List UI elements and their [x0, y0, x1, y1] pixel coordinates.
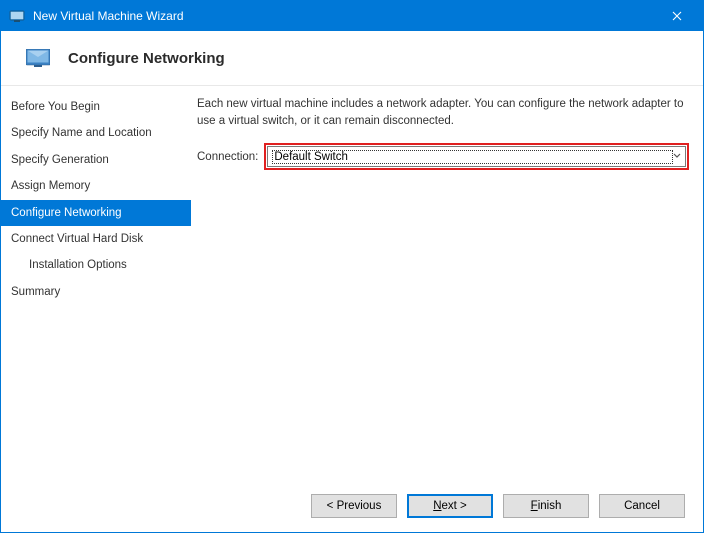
- sidebar-item-configure-networking[interactable]: Configure Networking: [1, 200, 191, 226]
- sidebar-item-summary[interactable]: Summary: [1, 279, 191, 305]
- connection-label: Connection:: [197, 151, 258, 163]
- finish-button[interactable]: Finish: [503, 494, 589, 518]
- sidebar-item-specify-generation[interactable]: Specify Generation: [1, 147, 191, 173]
- next-mnemonic: N: [433, 500, 441, 512]
- sidebar-item-installation-options[interactable]: Installation Options: [1, 252, 191, 278]
- previous-button[interactable]: < Previous: [311, 494, 397, 518]
- page-title: Configure Networking: [68, 50, 225, 67]
- sidebar-item-before-you-begin[interactable]: Before You Begin: [1, 94, 191, 120]
- body: Before You Begin Specify Name and Locati…: [1, 85, 703, 482]
- next-button[interactable]: Next >: [407, 494, 493, 518]
- sidebar-item-specify-name-location[interactable]: Specify Name and Location: [1, 120, 191, 146]
- main-panel: Each new virtual machine includes a netw…: [191, 86, 703, 482]
- chevron-down-icon: [673, 151, 681, 162]
- wizard-steps-sidebar: Before You Begin Specify Name and Locati…: [1, 86, 191, 482]
- finish-mnemonic: F: [531, 500, 538, 512]
- description-text: Each new virtual machine includes a netw…: [197, 96, 689, 129]
- sidebar-item-connect-virtual-hard-disk[interactable]: Connect Virtual Hard Disk: [1, 226, 191, 252]
- connection-field: Connection: Default Switch: [197, 143, 689, 170]
- next-label-rest: ext >: [442, 500, 467, 512]
- app-icon: [9, 8, 25, 24]
- sidebar-item-assign-memory[interactable]: Assign Memory: [1, 173, 191, 199]
- cancel-button[interactable]: Cancel: [599, 494, 685, 518]
- wizard-window: New Virtual Machine Wizard Configure Net…: [0, 0, 704, 533]
- finish-label-rest: inish: [538, 500, 562, 512]
- connection-highlight: Default Switch: [264, 143, 689, 170]
- window-title: New Virtual Machine Wizard: [33, 9, 654, 23]
- titlebar: New Virtual Machine Wizard: [1, 1, 703, 31]
- content-area: Configure Networking Before You Begin Sp…: [1, 31, 703, 532]
- page-header: Configure Networking: [1, 31, 703, 85]
- footer-buttons: < Previous Next > Finish Cancel: [1, 482, 703, 532]
- connection-dropdown[interactable]: Default Switch: [267, 146, 686, 167]
- close-button[interactable]: [654, 1, 699, 31]
- close-icon: [672, 11, 682, 21]
- page-header-icon: [26, 49, 50, 67]
- connection-selected-value: Default Switch: [272, 150, 673, 164]
